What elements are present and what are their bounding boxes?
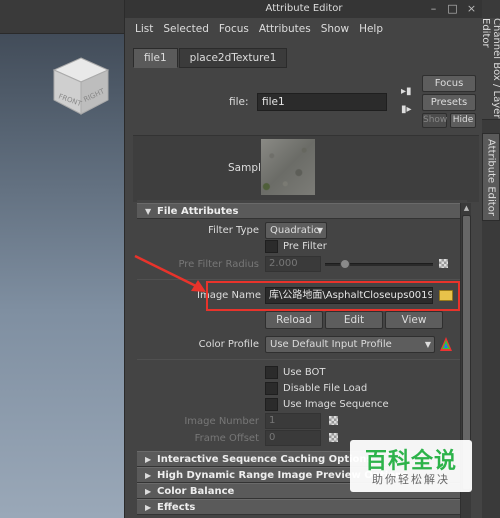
menu-focus[interactable]: Focus xyxy=(219,23,249,35)
frame-offset-label: Frame Offset xyxy=(194,433,259,444)
section-title: Effects xyxy=(157,502,196,513)
minimize-icon[interactable]: – xyxy=(427,2,440,15)
close-icon[interactable]: × xyxy=(465,2,478,15)
expand-triangle-icon: ▶ xyxy=(145,455,152,464)
view-button[interactable]: View xyxy=(385,311,443,329)
edit-button[interactable]: Edit xyxy=(325,311,383,329)
disable-file-load-checkbox[interactable] xyxy=(265,382,278,395)
separator xyxy=(137,359,467,360)
menu-selected[interactable]: Selected xyxy=(163,23,209,35)
map-button-icon[interactable] xyxy=(329,433,338,442)
view-cube-icon[interactable]: FRONT RIGHT xyxy=(52,56,110,116)
viewport-toolbar xyxy=(0,0,124,34)
node-name-field[interactable]: file1 xyxy=(257,93,387,111)
pre-filter-label: Pre Filter xyxy=(283,241,327,252)
watermark-subtitle: 助你轻松解决 xyxy=(372,473,450,486)
use-bot-label: Use BOT xyxy=(283,367,326,378)
watermark: 百科全说 助你轻松解决 xyxy=(350,440,472,492)
use-bot-checkbox[interactable] xyxy=(265,366,278,379)
expand-triangle-icon: ▶ xyxy=(145,487,152,496)
input-connection-icon[interactable]: ▸▮ xyxy=(401,86,412,97)
side-tab-strip: Channel Box / Layer Editor Attribute Edi… xyxy=(480,0,500,518)
viewport-panel[interactable]: FRONT RIGHT xyxy=(0,0,124,518)
presets-button[interactable]: Presets xyxy=(422,94,476,111)
section-effects[interactable]: ▶ Effects xyxy=(137,499,467,515)
expand-triangle-icon: ▶ xyxy=(145,471,152,480)
tab-channel-box-layer-editor[interactable]: Channel Box / Layer Editor xyxy=(480,18,500,120)
frame-offset-field[interactable]: 0 xyxy=(265,430,321,446)
sample-swatch[interactable] xyxy=(261,139,315,195)
section-title: Interactive Sequence Caching Options xyxy=(157,454,373,465)
collapse-triangle-icon: ▼ xyxy=(145,207,152,216)
section-file-attributes[interactable]: ▼ File Attributes xyxy=(137,203,467,219)
map-button-icon[interactable] xyxy=(439,259,448,268)
annotation-highlight-box xyxy=(206,281,460,311)
window-title: Attribute Editor xyxy=(265,3,343,14)
dropdown-arrow-icon: ▼ xyxy=(424,340,431,349)
dropdown-arrow-icon: ▼ xyxy=(316,226,323,235)
output-connection-icon[interactable]: ▮▸ xyxy=(401,104,412,115)
menu-show[interactable]: Show xyxy=(321,23,349,35)
window-controls: – □ × xyxy=(427,2,478,15)
color-profile-label: Color Profile xyxy=(198,339,259,350)
menu-list[interactable]: List xyxy=(135,23,153,35)
menu-help[interactable]: Help xyxy=(359,23,383,35)
tab-place2dtexture1[interactable]: place2dTexture1 xyxy=(178,48,288,68)
show-button[interactable]: Show xyxy=(422,113,447,128)
separator xyxy=(137,279,467,280)
color-profile-value: Use Default Input Profile xyxy=(270,339,392,350)
color-profile-dropdown[interactable]: Use Default Input Profile ▼ xyxy=(265,336,435,353)
tab-file1[interactable]: file1 xyxy=(133,48,178,68)
slider-knob[interactable] xyxy=(340,259,351,269)
filter-type-dropdown[interactable]: Quadratic ▼ xyxy=(265,222,327,239)
focus-button[interactable]: Focus xyxy=(422,75,476,92)
expand-triangle-icon: ▶ xyxy=(145,503,152,512)
node-tabs: file1 place2dTexture1 xyxy=(133,48,288,68)
section-title: Color Balance xyxy=(157,486,235,497)
color-management-icon[interactable] xyxy=(439,336,453,352)
pre-filter-checkbox[interactable] xyxy=(265,240,278,253)
section-title: File Attributes xyxy=(157,206,239,217)
tab-attribute-editor[interactable]: Attribute Editor xyxy=(482,133,500,221)
maximize-icon[interactable]: □ xyxy=(446,2,459,15)
scroll-up-icon[interactable]: ▲ xyxy=(461,203,472,214)
hide-button[interactable]: Hide xyxy=(450,113,476,128)
filter-type-value: Quadratic xyxy=(270,225,320,236)
image-number-field[interactable]: 1 xyxy=(265,413,321,429)
use-image-sequence-checkbox[interactable] xyxy=(265,398,278,411)
node-name-label: file: xyxy=(229,96,249,108)
pre-filter-radius-label: Pre Filter Radius xyxy=(178,259,259,270)
menu-attributes[interactable]: Attributes xyxy=(259,23,311,35)
filter-type-label: Filter Type xyxy=(208,225,259,236)
pre-filter-radius-field[interactable]: 2.000 xyxy=(265,256,321,272)
disable-file-load-label: Disable File Load xyxy=(283,383,368,394)
map-button-icon[interactable] xyxy=(329,416,338,425)
reload-button[interactable]: Reload xyxy=(265,311,323,329)
menu-bar: List Selected Focus Attributes Show Help xyxy=(125,18,483,40)
image-number-label: Image Number xyxy=(184,416,259,427)
use-image-sequence-label: Use Image Sequence xyxy=(283,399,389,410)
